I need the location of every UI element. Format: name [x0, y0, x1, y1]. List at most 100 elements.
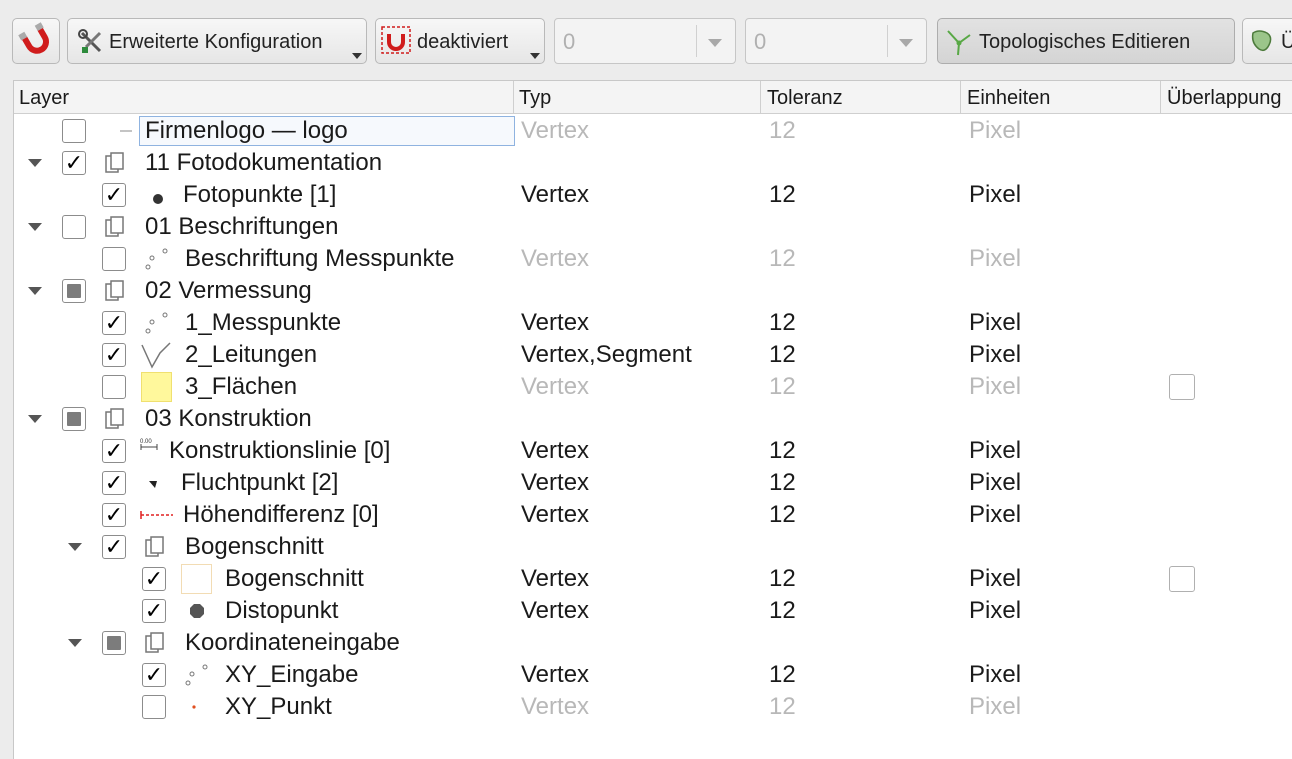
table-row[interactable]: ✓ Höhendifferenz [0] Vertex 12 Pixel: [14, 499, 1292, 531]
column-header-layer[interactable]: Layer: [14, 81, 513, 113]
overlap-checkbox[interactable]: [1169, 566, 1195, 592]
layer-units[interactable]: Pixel: [969, 115, 1021, 147]
table-row[interactable]: XY_Punkt Vertex 12 Pixel: [14, 691, 1292, 723]
layer-type[interactable]: Vertex,Segment: [521, 339, 692, 371]
layer-tolerance[interactable]: 12: [769, 115, 796, 147]
layer-units[interactable]: Pixel: [969, 467, 1021, 499]
group-checkbox[interactable]: ✓: [62, 151, 86, 175]
layer-type[interactable]: Vertex: [521, 243, 589, 275]
layer-tolerance[interactable]: 12: [769, 563, 796, 595]
enable-snapping-button[interactable]: [12, 18, 60, 64]
table-row[interactable]: ✓ XY_Eingabe Vertex 12 Pixel: [14, 659, 1292, 691]
layer-units[interactable]: Pixel: [969, 307, 1021, 339]
table-row[interactable]: ✓ Distopunkt Vertex 12 Pixel: [14, 595, 1292, 627]
layer-units[interactable]: Pixel: [969, 499, 1021, 531]
layer-type[interactable]: Vertex: [521, 691, 589, 723]
group-checkbox[interactable]: ✓: [102, 535, 126, 559]
layer-tolerance[interactable]: 12: [769, 435, 796, 467]
overlap-checkbox[interactable]: [1169, 374, 1195, 400]
layer-tolerance[interactable]: 12: [769, 243, 796, 275]
table-row[interactable]: 02 Vermessung: [14, 275, 1292, 307]
table-row[interactable]: ✓ Bogenschnitt Vertex 12 Pixel: [14, 563, 1292, 595]
expand-arrow-icon[interactable]: [28, 287, 42, 295]
layer-checkbox[interactable]: ✓: [102, 503, 126, 527]
layer-type[interactable]: Vertex: [521, 499, 589, 531]
table-row[interactable]: ✓ 1_Messpunkte Vertex 12 Pixel: [14, 307, 1292, 339]
layer-units[interactable]: Pixel: [969, 691, 1021, 723]
table-row[interactable]: Koordinateneingabe: [14, 627, 1292, 659]
layer-checkbox[interactable]: [102, 375, 126, 399]
layer-checkbox[interactable]: ✓: [102, 439, 126, 463]
table-row[interactable]: ✓ 11 Fotodokumentation: [14, 147, 1292, 179]
table-row[interactable]: ✓ 2_Leitungen Vertex,Segment 12 Pixel: [14, 339, 1292, 371]
column-header-tolerance[interactable]: Toleranz: [762, 81, 960, 113]
column-divider[interactable]: [760, 81, 761, 113]
layer-checkbox[interactable]: ✓: [142, 599, 166, 623]
topological-editing-button[interactable]: Topologisches Editieren: [937, 18, 1235, 64]
group-checkbox[interactable]: [62, 215, 86, 239]
layer-type[interactable]: Vertex: [521, 371, 589, 403]
table-row[interactable]: Beschriftung Messpunkte Vertex 12 Pixel: [14, 243, 1292, 275]
group-checkbox[interactable]: [62, 407, 86, 431]
group-checkbox[interactable]: [102, 631, 126, 655]
layer-checkbox[interactable]: ✓: [102, 183, 126, 207]
layer-tolerance[interactable]: 12: [769, 691, 796, 723]
expand-arrow-icon[interactable]: [28, 415, 42, 423]
layer-checkbox[interactable]: ✓: [102, 471, 126, 495]
column-divider[interactable]: [960, 81, 961, 113]
layer-units[interactable]: Pixel: [969, 243, 1021, 275]
chevron-down-icon[interactable]: [899, 39, 913, 47]
layer-type[interactable]: Vertex: [521, 563, 589, 595]
expand-arrow-icon[interactable]: [68, 639, 82, 647]
table-row[interactable]: ✓ Bogenschnitt: [14, 531, 1292, 563]
layer-units[interactable]: Pixel: [969, 595, 1021, 627]
layer-checkbox[interactable]: ✓: [142, 567, 166, 591]
layer-tolerance[interactable]: 12: [769, 307, 796, 339]
layer-type[interactable]: Vertex: [521, 435, 589, 467]
column-header-units[interactable]: Einheiten: [962, 81, 1160, 113]
expand-arrow-icon[interactable]: [28, 159, 42, 167]
layer-tolerance[interactable]: 12: [769, 179, 796, 211]
layer-checkbox[interactable]: [142, 695, 166, 719]
layer-tolerance[interactable]: 12: [769, 499, 796, 531]
layer-checkbox[interactable]: ✓: [102, 311, 126, 335]
chevron-down-icon[interactable]: [708, 39, 722, 47]
table-row[interactable]: 01 Beschriftungen: [14, 211, 1292, 243]
layer-checkbox[interactable]: [102, 247, 126, 271]
units-combobox[interactable]: 0: [745, 18, 927, 64]
layer-checkbox[interactable]: ✓: [142, 663, 166, 687]
layer-units[interactable]: Pixel: [969, 659, 1021, 691]
expand-arrow-icon[interactable]: [68, 543, 82, 551]
layer-tolerance[interactable]: 12: [769, 371, 796, 403]
layer-units[interactable]: Pixel: [969, 179, 1021, 211]
layer-units[interactable]: Pixel: [969, 435, 1021, 467]
expand-arrow-icon[interactable]: [28, 223, 42, 231]
layer-tolerance[interactable]: 12: [769, 339, 796, 371]
layer-type[interactable]: Vertex: [521, 307, 589, 339]
table-row[interactable]: 3_Flächen Vertex 12 Pixel: [14, 371, 1292, 403]
table-row[interactable]: 03 Konstruktion: [14, 403, 1292, 435]
column-header-overlap[interactable]: Überlappung: [1162, 81, 1292, 113]
table-row[interactable]: ✓ Fluchtpunkt [2] Vertex 12 Pixel: [14, 467, 1292, 499]
layer-units[interactable]: Pixel: [969, 339, 1021, 371]
table-row[interactable]: ✓ Fotopunkte [1] Vertex 12 Pixel: [14, 179, 1292, 211]
overlap-button[interactable]: Ü: [1242, 18, 1292, 64]
column-header-type[interactable]: Typ: [514, 81, 760, 113]
group-checkbox[interactable]: [62, 279, 86, 303]
layer-type[interactable]: Vertex: [521, 467, 589, 499]
layer-tolerance[interactable]: 12: [769, 467, 796, 499]
advanced-configuration-button[interactable]: Erweiterte Konfiguration: [67, 18, 367, 64]
layer-checkbox[interactable]: [62, 119, 86, 143]
layer-type[interactable]: Vertex: [521, 179, 589, 211]
layer-tolerance[interactable]: 12: [769, 659, 796, 691]
layer-units[interactable]: Pixel: [969, 371, 1021, 403]
table-row[interactable]: Firmenlogo — logo Vertex 12 Pixel: [14, 115, 1292, 147]
layer-type[interactable]: Vertex: [521, 659, 589, 691]
snapping-mode-button[interactable]: deaktiviert: [375, 18, 545, 64]
table-row[interactable]: ✓ 0.00 Konstruktionslinie [0] Vertex 12 …: [14, 435, 1292, 467]
tolerance-combobox[interactable]: 0: [554, 18, 736, 64]
layer-type[interactable]: Vertex: [521, 595, 589, 627]
column-divider[interactable]: [1160, 81, 1161, 113]
layer-units[interactable]: Pixel: [969, 563, 1021, 595]
layer-type[interactable]: Vertex: [521, 115, 589, 147]
